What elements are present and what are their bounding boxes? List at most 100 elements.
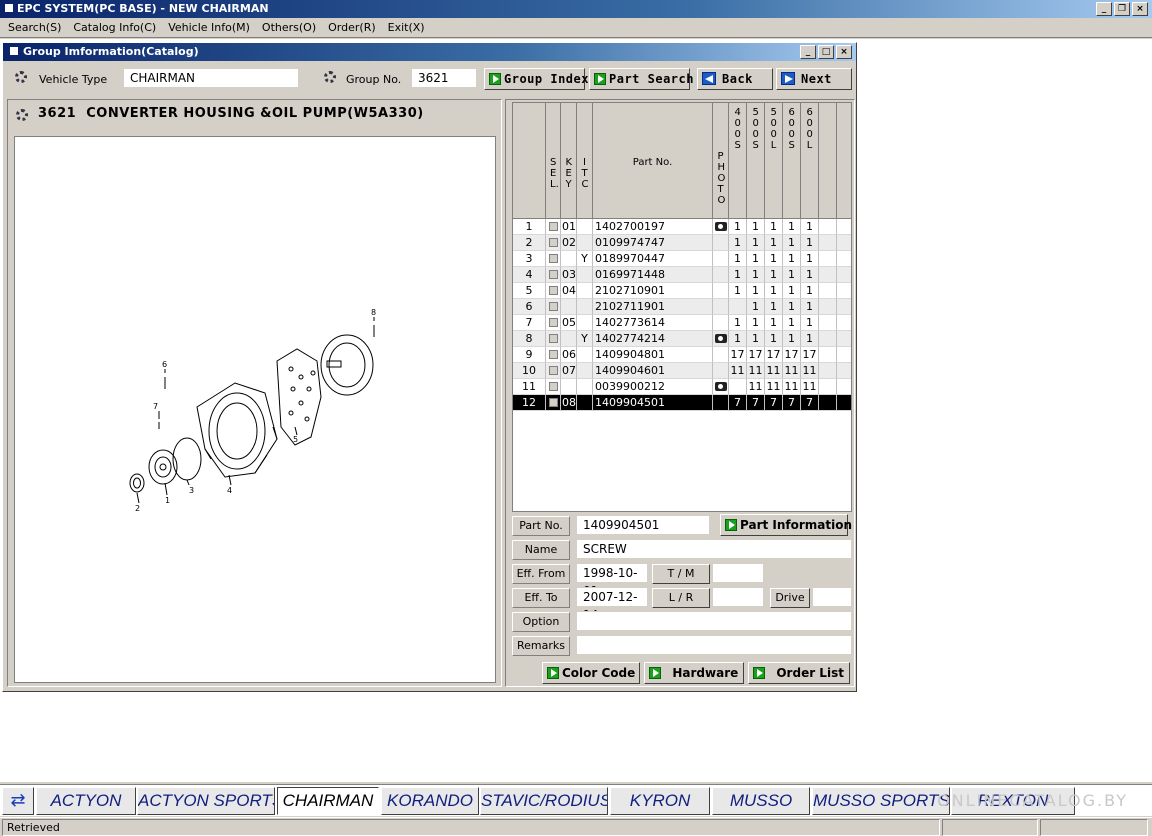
- remarks-field[interactable]: [576, 635, 852, 655]
- header-itc[interactable]: ITC: [577, 103, 593, 219]
- header-part-no[interactable]: Part No.: [593, 103, 713, 219]
- tab-musso-sports[interactable]: MUSSO SPORTS: [812, 787, 950, 815]
- row-key: 02: [561, 235, 577, 251]
- tm-button[interactable]: T / M: [652, 564, 710, 584]
- group-title: 3621 CONVERTER HOUSING &OIL PUMP(W5A330): [38, 106, 424, 121]
- camera-icon[interactable]: [715, 382, 727, 391]
- table-row[interactable]: 9 06 1409904801 17 17 17 17 17: [513, 347, 851, 363]
- part-search-button[interactable]: Part Search: [589, 68, 693, 90]
- row-empty-cell: [837, 267, 851, 283]
- row-itc: [577, 379, 593, 395]
- camera-icon[interactable]: [715, 334, 727, 343]
- select-checkbox[interactable]: [549, 334, 558, 343]
- drive-field[interactable]: [812, 587, 852, 607]
- order-list-button[interactable]: Order List: [748, 662, 850, 684]
- row-qty-500l: 17: [765, 347, 783, 363]
- name-field[interactable]: SCREW: [576, 539, 852, 559]
- table-row[interactable]: 8 Y 1402774214 1 1 1 1 1: [513, 331, 851, 347]
- select-checkbox[interactable]: [549, 254, 558, 263]
- header-600s[interactable]: 600S: [783, 103, 801, 219]
- row-itc: [577, 363, 593, 379]
- color-code-button[interactable]: Color Code: [542, 662, 640, 684]
- row-select-cell: [546, 283, 561, 299]
- window-close-button[interactable]: ×: [836, 45, 852, 59]
- tab-actyon-sports[interactable]: ACTYON SPORTS: [137, 787, 275, 815]
- back-button[interactable]: Back: [697, 68, 773, 90]
- table-row[interactable]: 6 2102711901 1 1 1 1: [513, 299, 851, 315]
- table-row[interactable]: 2 02 0109974747 1 1 1 1 1: [513, 235, 851, 251]
- next-button[interactable]: Next: [776, 68, 852, 90]
- select-checkbox[interactable]: [549, 318, 558, 327]
- table-row[interactable]: 5 04 2102710901 1 1 1 1 1: [513, 283, 851, 299]
- hardware-button[interactable]: Hardware: [644, 662, 744, 684]
- menu-exit[interactable]: Exit(X): [382, 21, 431, 34]
- menu-search[interactable]: Search(S): [2, 21, 67, 34]
- table-row[interactable]: 7 05 1402773614 1 1 1 1 1: [513, 315, 851, 331]
- select-checkbox[interactable]: [549, 382, 558, 391]
- callout-7: 7: [153, 402, 158, 411]
- option-label: Option: [512, 612, 570, 632]
- row-select-cell: [546, 347, 561, 363]
- header-500s[interactable]: 500S: [747, 103, 765, 219]
- minimize-button[interactable]: _: [1096, 2, 1112, 16]
- table-row[interactable]: 12 08 1409904501 7 7 7 7 7: [513, 395, 851, 411]
- camera-icon[interactable]: [715, 222, 727, 231]
- group-no-field[interactable]: 3621: [411, 68, 477, 88]
- header-400s[interactable]: 400S: [729, 103, 747, 219]
- table-row[interactable]: 11 0039900212 11 11 11 11: [513, 379, 851, 395]
- select-checkbox[interactable]: [549, 350, 558, 359]
- tab-musso[interactable]: MUSSO: [712, 787, 810, 815]
- group-index-button[interactable]: Group Index: [484, 68, 588, 90]
- part-information-button[interactable]: Part Information: [720, 514, 852, 536]
- header-500l[interactable]: 500L: [765, 103, 783, 219]
- menu-vehicle-info[interactable]: Vehicle Info(M): [162, 21, 256, 34]
- eff-from-field[interactable]: 1998-10-01: [576, 563, 648, 598]
- row-qty-600s: 1: [783, 251, 801, 267]
- eff-to-field[interactable]: 2007-12-14: [576, 587, 648, 622]
- tab-actyon[interactable]: ACTYON: [36, 787, 136, 815]
- window-minimize-button[interactable]: _: [800, 45, 816, 59]
- header-600l[interactable]: 600L: [801, 103, 819, 219]
- select-checkbox[interactable]: [549, 238, 558, 247]
- select-checkbox[interactable]: [549, 302, 558, 311]
- tab-stavic-rodius[interactable]: STAVIC/RODIUS: [480, 787, 608, 815]
- menu-catalog-info[interactable]: Catalog Info(C): [67, 21, 162, 34]
- window-controls: _ □ ×: [800, 45, 852, 59]
- window-maximize-button[interactable]: □: [818, 45, 834, 59]
- parts-table[interactable]: SEL. KEY ITC Part No. PHOTO 400S 500S 50…: [512, 102, 852, 512]
- vehicle-type-field[interactable]: CHAIRMAN: [123, 68, 299, 88]
- restore-button[interactable]: ❐: [1114, 2, 1130, 16]
- row-photo-cell: [713, 267, 729, 283]
- lr-field[interactable]: [712, 587, 764, 607]
- table-row[interactable]: 3 Y 0189970447 1 1 1 1 1: [513, 251, 851, 267]
- select-checkbox[interactable]: [549, 270, 558, 279]
- select-checkbox[interactable]: [549, 286, 558, 295]
- table-row[interactable]: 10 07 1409904601 11 11 11 11 11: [513, 363, 851, 379]
- row-qty-400s: [729, 299, 747, 315]
- drive-button[interactable]: Drive: [770, 588, 810, 608]
- tab-chairman[interactable]: CHAIRMAN: [277, 787, 379, 815]
- table-row[interactable]: 4 03 0169971448 1 1 1 1 1: [513, 267, 851, 283]
- header-key[interactable]: KEY: [561, 103, 577, 219]
- tab-kyron[interactable]: KYRON: [610, 787, 710, 815]
- exploded-parts-drawing[interactable]: 1 2 3 4 5 6 7 8: [14, 136, 496, 683]
- select-checkbox[interactable]: [549, 366, 558, 375]
- row-qty-500s: 11: [747, 379, 765, 395]
- header-sel[interactable]: SEL.: [546, 103, 561, 219]
- tm-field[interactable]: [712, 563, 764, 583]
- option-field[interactable]: [576, 611, 852, 631]
- select-checkbox[interactable]: [549, 398, 558, 407]
- row-empty-cell: [837, 219, 851, 235]
- table-row[interactable]: 1 01 1402700197 1 1 1 1 1: [513, 219, 851, 235]
- menu-others[interactable]: Others(O): [256, 21, 322, 34]
- row-qty-500s: 1: [747, 267, 765, 283]
- select-checkbox[interactable]: [549, 222, 558, 231]
- row-number: 4: [513, 267, 546, 283]
- lr-button[interactable]: L / R: [652, 588, 710, 608]
- part-no-field[interactable]: 1409904501: [576, 515, 710, 535]
- swap-arrows-icon[interactable]: ⇄: [2, 787, 34, 815]
- close-button[interactable]: ×: [1132, 2, 1148, 16]
- header-photo[interactable]: PHOTO: [713, 103, 729, 219]
- tab-korando[interactable]: KORANDO: [381, 787, 479, 815]
- menu-order[interactable]: Order(R): [322, 21, 382, 34]
